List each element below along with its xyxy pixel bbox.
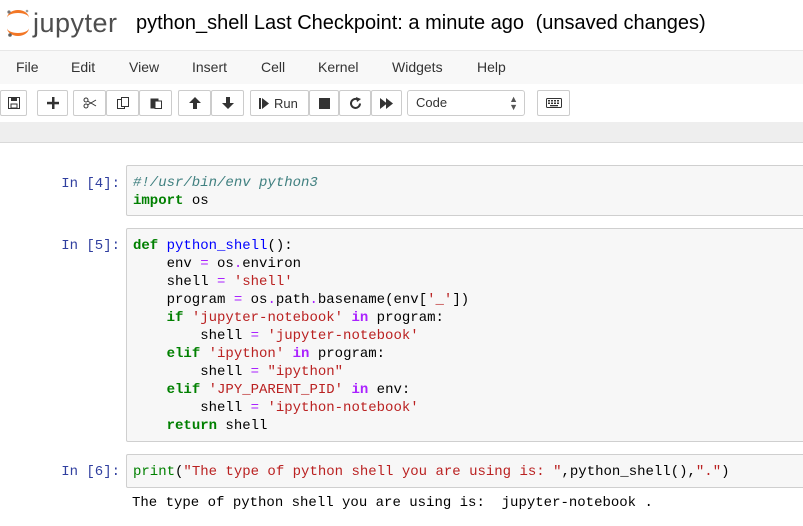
cut-icon bbox=[83, 97, 96, 109]
cell-prompt: In [5]: bbox=[61, 238, 120, 254]
notebook-container: In [4]: #!/usr/bin/env python3 import os … bbox=[0, 143, 803, 526]
code-cell[interactable]: def python_shell(): env = os.environ she… bbox=[126, 228, 803, 442]
code-line: shell = 'jupyter-notebook' bbox=[133, 328, 419, 344]
cell-prompt: In [6]: bbox=[61, 464, 120, 480]
save-icon bbox=[7, 97, 20, 109]
fast-forward-icon bbox=[379, 97, 393, 109]
menu-widgets[interactable]: Widgets bbox=[392, 51, 443, 84]
insert-cell-button[interactable] bbox=[37, 90, 68, 116]
logo-text: jupyter bbox=[33, 8, 118, 38]
menu-cell[interactable]: Cell bbox=[261, 51, 285, 84]
cell-output: The type of python shell you are using i… bbox=[132, 495, 653, 511]
keyboard-icon bbox=[545, 98, 562, 108]
arrow-down-icon bbox=[221, 97, 234, 109]
cut-button[interactable] bbox=[73, 90, 106, 116]
code-line: #!/usr/bin/env python3 bbox=[133, 175, 318, 191]
toolbar: Run Code ▲ ▼ bbox=[0, 84, 803, 122]
interrupt-button[interactable] bbox=[309, 90, 339, 116]
code-line: shell = 'shell' bbox=[133, 274, 293, 290]
header: jupyter python_shell Last Checkpoint: a … bbox=[0, 0, 803, 50]
unsaved-status: (unsaved changes) bbox=[535, 12, 706, 34]
cell-type-value: Code bbox=[416, 95, 448, 110]
move-up-button[interactable] bbox=[178, 90, 211, 116]
restart-button[interactable] bbox=[339, 90, 371, 116]
cell-prompt: In [4]: bbox=[61, 176, 120, 192]
copy-icon bbox=[116, 97, 129, 109]
code-line: if 'jupyter-notebook' in program: bbox=[166, 310, 444, 326]
code-line: elif 'JPY_PARENT_PID' in env: bbox=[166, 382, 411, 398]
cell-type-select[interactable]: Code ▲ ▼ bbox=[407, 90, 525, 116]
save-button[interactable] bbox=[0, 90, 27, 116]
code-line: shell = 'ipython-notebook' bbox=[133, 400, 419, 416]
menu-view[interactable]: View bbox=[129, 51, 159, 84]
menubar: File Edit View Insert Cell Kernel Widget… bbox=[0, 50, 803, 85]
menu-file[interactable]: File bbox=[16, 51, 39, 84]
menu-insert[interactable]: Insert bbox=[192, 51, 227, 84]
menu-kernel[interactable]: Kernel bbox=[318, 51, 358, 84]
code-line: elif 'ipython' in program: bbox=[166, 346, 386, 362]
step-forward-icon bbox=[259, 97, 269, 109]
run-label: Run bbox=[274, 95, 298, 111]
code-line: shell = "ipython" bbox=[133, 364, 344, 380]
code-cell[interactable]: #!/usr/bin/env python3 import os bbox=[126, 165, 803, 216]
paste-button[interactable] bbox=[139, 90, 172, 116]
paste-icon bbox=[150, 98, 162, 109]
menu-edit[interactable]: Edit bbox=[71, 51, 95, 84]
plus-icon bbox=[46, 97, 59, 109]
restart-icon bbox=[349, 96, 361, 109]
copy-button[interactable] bbox=[106, 90, 139, 116]
code-line: env = os.environ bbox=[133, 256, 302, 272]
run-button[interactable]: Run bbox=[250, 90, 309, 116]
notebook-name[interactable]: python_shell bbox=[136, 12, 248, 34]
arrow-up-icon bbox=[188, 97, 201, 109]
code-line: def python_shell(): bbox=[133, 238, 293, 254]
command-palette-button[interactable] bbox=[537, 90, 570, 116]
move-down-button[interactable] bbox=[211, 90, 244, 116]
notebook-title-bar: python_shell Last Checkpoint: a minute a… bbox=[136, 12, 706, 35]
stop-icon bbox=[318, 97, 330, 109]
code-cell[interactable]: print("The type of python shell you are … bbox=[126, 454, 803, 488]
code-line: print("The type of python shell you are … bbox=[133, 464, 730, 480]
code-line: program = os.path.basename(env['_']) bbox=[133, 292, 470, 308]
toolbar-divider bbox=[0, 122, 803, 143]
checkpoint-status: Last Checkpoint: a minute ago bbox=[253, 12, 525, 34]
restart-run-all-button[interactable] bbox=[371, 90, 402, 116]
code-line: import os bbox=[133, 193, 209, 209]
jupyter-logo-icon bbox=[7, 9, 29, 37]
select-arrows-icon: ▲ ▼ bbox=[509, 94, 518, 112]
code-line: return shell bbox=[166, 418, 268, 434]
menu-help[interactable]: Help bbox=[477, 51, 506, 84]
